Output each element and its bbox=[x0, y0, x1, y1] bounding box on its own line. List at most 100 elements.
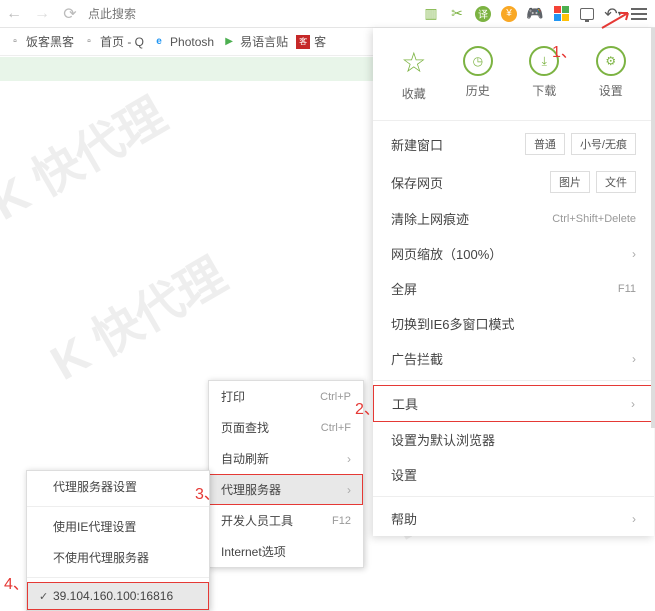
back-button[interactable]: ← bbox=[0, 0, 28, 28]
save-file[interactable]: 文件 bbox=[596, 171, 636, 193]
gamepad-icon[interactable]: 🎮 bbox=[523, 2, 547, 26]
menu-proxy-address[interactable]: ✓39.104.160.100:16816 bbox=[27, 582, 209, 610]
menu-dev-tools[interactable]: 开发人员工具 F12 bbox=[209, 505, 363, 536]
menu-proxy-server[interactable]: 代理服务器› bbox=[209, 474, 363, 505]
chevron-right-icon: › bbox=[632, 352, 636, 366]
scrollbar[interactable] bbox=[651, 28, 655, 428]
play-icon: ▶ bbox=[222, 35, 236, 49]
tab-label: 首页 - Q bbox=[100, 33, 144, 50]
new-window-private[interactable]: 小号/无痕 bbox=[571, 133, 636, 155]
save-image[interactable]: 图片 bbox=[550, 171, 590, 193]
monitor-icon[interactable] bbox=[575, 2, 599, 26]
page-icon: ▫ bbox=[8, 35, 22, 49]
menu-save-page[interactable]: 保存网页 图片 文件 bbox=[373, 163, 654, 201]
menu-no-proxy[interactable]: 不使用代理服务器 bbox=[27, 542, 209, 573]
refresh-button[interactable]: ⟳ bbox=[56, 0, 84, 28]
label: 代理服务器设置 bbox=[53, 478, 137, 495]
ie-icon: e bbox=[152, 35, 166, 49]
label: 设置 bbox=[391, 465, 417, 484]
watermark: K 快代理 bbox=[35, 237, 236, 394]
label: 自动刷新 bbox=[221, 450, 269, 467]
tab-2[interactable]: ▫首页 - Q bbox=[82, 33, 144, 50]
separator bbox=[373, 380, 654, 381]
tab-label: 客 bbox=[314, 33, 326, 50]
menu-internet-options[interactable]: Internet选项 bbox=[209, 536, 363, 567]
menu-tools[interactable]: 工具 › bbox=[373, 385, 654, 422]
label: 39.104.160.100:16816 bbox=[53, 589, 173, 603]
menu-find[interactable]: 页面查找 Ctrl+F bbox=[209, 412, 363, 443]
menu-ie-mode[interactable]: 切换到IE6多窗口模式 bbox=[373, 306, 654, 341]
label: 收藏 bbox=[402, 85, 426, 102]
gear-icon: ⚙ bbox=[596, 46, 626, 76]
label: 开发人员工具 bbox=[221, 512, 293, 529]
separator bbox=[373, 120, 654, 121]
shortcut: Ctrl+F bbox=[321, 422, 351, 434]
tab-label: 饭客黑客 bbox=[26, 33, 74, 50]
label: 设置 bbox=[599, 82, 623, 99]
toolbar: ▥ ✂ 译 ¥ 🎮 ↶▾ bbox=[419, 2, 655, 26]
label: 历史 bbox=[466, 82, 490, 99]
chevron-right-icon: › bbox=[631, 397, 635, 411]
menu-auto-refresh[interactable]: 自动刷新 › bbox=[209, 443, 363, 474]
tab-4[interactable]: ▶ 易语言贴 bbox=[222, 33, 288, 50]
label: 保存网页 bbox=[391, 173, 443, 192]
search-input[interactable] bbox=[84, 3, 419, 25]
menu-fullscreen[interactable]: 全屏 F11 bbox=[373, 271, 654, 306]
label: 清除上网痕迹 bbox=[391, 209, 469, 228]
label: 工具 bbox=[392, 394, 418, 413]
chevron-right-icon: › bbox=[347, 483, 351, 497]
menu-help[interactable]: 帮助 › bbox=[373, 501, 654, 536]
chevron-right-icon: › bbox=[632, 247, 636, 261]
label: Internet选项 bbox=[221, 543, 286, 560]
proxy-submenu: 代理服务器设置 使用IE代理设置 不使用代理服务器 ✓39.104.160.10… bbox=[26, 470, 210, 611]
forward-arrow-icon: → bbox=[34, 5, 50, 23]
separator bbox=[27, 577, 209, 578]
separator bbox=[373, 496, 654, 497]
undo-icon[interactable]: ↶▾ bbox=[601, 2, 625, 26]
tab-3[interactable]: e Photosh bbox=[152, 35, 214, 49]
tab-5[interactable]: 客客 bbox=[296, 33, 326, 50]
menu-zoom[interactable]: 网页缩放（100%） › bbox=[373, 236, 654, 271]
settings-button[interactable]: ⚙ 设置 bbox=[596, 46, 626, 102]
separator bbox=[27, 506, 209, 507]
chevron-right-icon: › bbox=[632, 512, 636, 526]
menu-new-window[interactable]: 新建窗口 普通 小号/无痕 bbox=[373, 125, 654, 163]
label: 页面查找 bbox=[221, 419, 269, 436]
back-arrow-icon: ← bbox=[6, 5, 22, 23]
label: 不使用代理服务器 bbox=[53, 549, 149, 566]
menu-clear-trace[interactable]: 清除上网痕迹 Ctrl+Shift+Delete bbox=[373, 201, 654, 236]
label: 切换到IE6多窗口模式 bbox=[391, 314, 515, 333]
book-icon[interactable]: ▥ bbox=[419, 2, 443, 26]
history-button[interactable]: ◷ 历史 bbox=[463, 46, 493, 102]
forward-button[interactable]: → bbox=[28, 0, 56, 28]
menu-default-browser[interactable]: 设置为默认浏览器 bbox=[373, 422, 654, 457]
service-icon[interactable]: ¥ bbox=[497, 2, 521, 26]
chevron-right-icon: › bbox=[347, 452, 351, 466]
favorites-button[interactable]: ☆ 收藏 bbox=[401, 46, 426, 102]
watermark: K 快代理 bbox=[0, 77, 177, 234]
label: 网页缩放（100%） bbox=[391, 244, 502, 263]
scissors-icon[interactable]: ✂ bbox=[445, 2, 469, 26]
apps-icon[interactable] bbox=[549, 2, 573, 26]
tab-label: Photosh bbox=[170, 35, 214, 49]
label: 使用IE代理设置 bbox=[53, 518, 136, 535]
shortcut: F12 bbox=[332, 515, 351, 527]
menu-proxy-settings[interactable]: 代理服务器设置 bbox=[27, 471, 209, 502]
tab-label: 易语言贴 bbox=[240, 33, 288, 50]
menu-settings[interactable]: 设置 bbox=[373, 457, 654, 492]
new-window-normal[interactable]: 普通 bbox=[525, 133, 565, 155]
label: 帮助 bbox=[391, 509, 417, 528]
label: 全屏 bbox=[391, 279, 417, 298]
label: 下载 bbox=[532, 82, 556, 99]
menu-use-ie-proxy[interactable]: 使用IE代理设置 bbox=[27, 511, 209, 542]
tab-1[interactable]: ▫ 饭客黑客 bbox=[8, 33, 74, 50]
download-icon: ⤓ bbox=[529, 46, 559, 76]
translate-icon[interactable]: 译 bbox=[471, 2, 495, 26]
download-button[interactable]: ⤓ 下载 bbox=[529, 46, 559, 102]
menu-print[interactable]: 打印Ctrl+P bbox=[209, 381, 363, 412]
label: 新建窗口 bbox=[391, 135, 443, 154]
menu-quick-actions: ☆ 收藏 ◷ 历史 ⤓ 下载 ⚙ 设置 bbox=[373, 28, 654, 116]
shortcut: Ctrl+P bbox=[320, 391, 351, 403]
menu-button[interactable] bbox=[627, 2, 651, 26]
menu-adblock[interactable]: 广告拦截 › bbox=[373, 341, 654, 376]
